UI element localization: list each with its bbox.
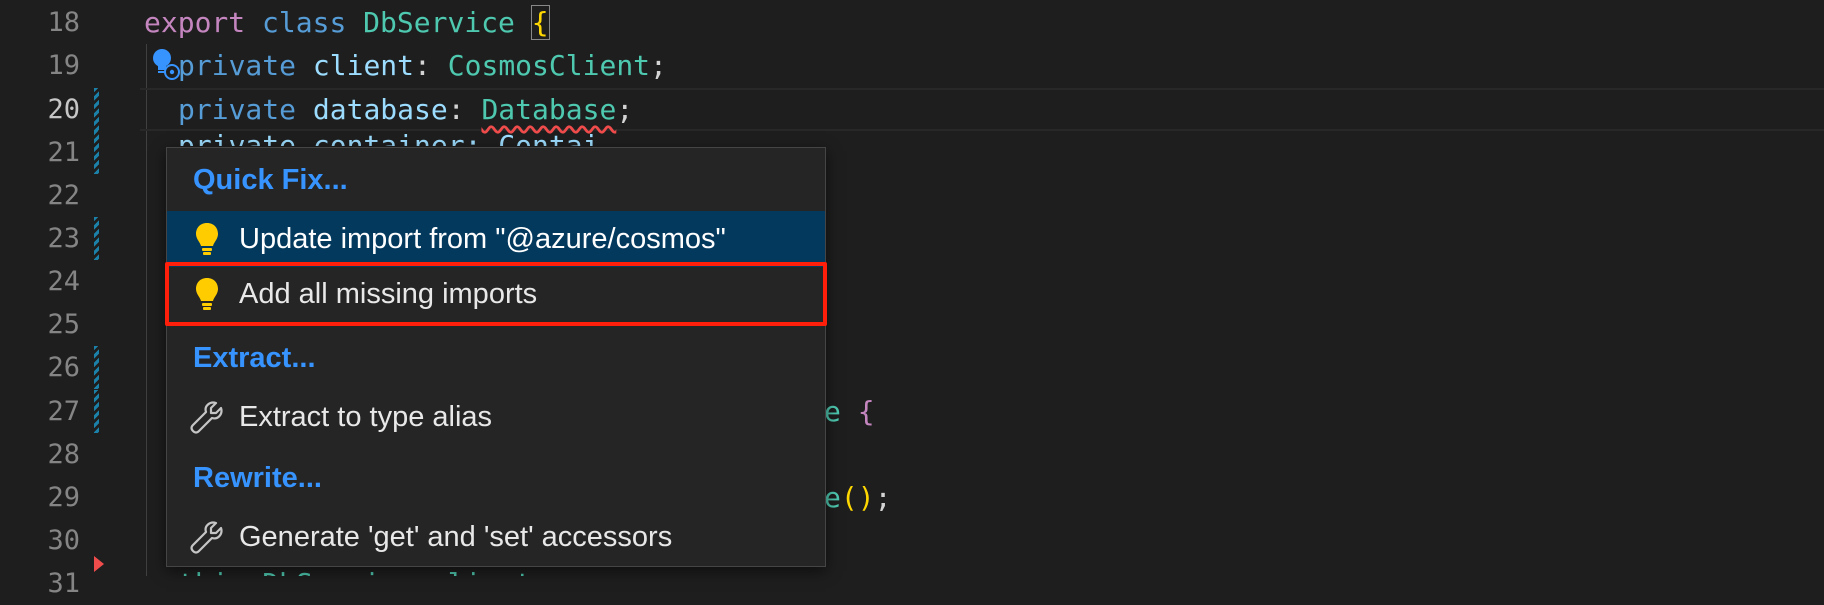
section-header-extract: Extract...	[193, 342, 316, 374]
deleted-line-marker[interactable]	[94, 556, 104, 572]
modified-line-marker[interactable]	[94, 131, 99, 174]
code-line-27[interactable]: e {	[824, 390, 875, 433]
code-fragment: e	[824, 481, 841, 514]
menu-item-update-import[interactable]: Update import from "@azure/cosmos"	[167, 211, 825, 267]
menu-item-extract-to-type-alias[interactable]: Extract to type alias	[167, 389, 825, 445]
line-number: 22	[47, 180, 80, 211]
keyword: private	[178, 49, 297, 82]
punctuation: :	[414, 49, 431, 82]
menu-item-add-all-missing-imports[interactable]: Add all missing imports	[165, 262, 827, 326]
menu-item-label: Add all missing imports	[239, 277, 538, 310]
section-header-quick-fix: Quick Fix...	[193, 164, 348, 196]
line-number: 20	[47, 94, 80, 125]
code-fragment: e	[824, 395, 841, 428]
modified-line-marker[interactable]	[94, 88, 99, 131]
wrench-icon	[189, 399, 225, 435]
code-action-menu[interactable]: Quick Fix... Update import from "@azure/…	[165, 147, 827, 567]
line-number: 30	[47, 525, 80, 556]
code-action-lightbulb-icon[interactable]	[150, 46, 184, 82]
punctuation: ;	[650, 49, 667, 82]
code-line-21[interactable]: private container: Contai	[178, 124, 599, 146]
line-number: 19	[47, 50, 80, 81]
punctuation: :	[447, 93, 465, 126]
partial-code: private container: Contai	[178, 129, 600, 146]
type-name: CosmosClient	[447, 49, 651, 82]
line-number: 21	[47, 137, 80, 168]
menu-item-generate-accessors[interactable]: Generate 'get' and 'set' accessors	[167, 509, 825, 565]
keyword: class	[262, 6, 347, 39]
line-number: 26	[47, 352, 80, 383]
line-number: 24	[47, 266, 80, 297]
lightbulb-icon	[189, 276, 225, 312]
menu-item-label: Update import from "@azure/cosmos"	[239, 222, 726, 255]
menu-item-label: Extract to type alias	[239, 400, 493, 433]
modified-line-marker[interactable]	[94, 346, 99, 389]
keyword: export	[144, 6, 246, 39]
brace: {	[857, 395, 875, 428]
lightbulb-icon	[189, 221, 225, 257]
property-name: client	[312, 49, 415, 82]
modified-line-marker[interactable]	[94, 390, 99, 433]
punctuation: ;	[616, 93, 634, 126]
parentheses: ()	[840, 481, 875, 514]
error-type-name[interactable]: Database	[481, 93, 616, 126]
line-number: 31	[47, 568, 80, 599]
line-number: 28	[47, 439, 80, 470]
wrench-icon	[189, 519, 225, 555]
modified-line-marker[interactable]	[94, 217, 99, 260]
property-name: database	[312, 93, 448, 126]
line-number: 29	[47, 482, 80, 513]
code-line-19[interactable]: private client: CosmosClient;	[178, 44, 667, 87]
brace: {	[530, 5, 550, 40]
code-line-29[interactable]: e();	[824, 476, 891, 519]
section-header-rewrite: Rewrite...	[193, 462, 322, 494]
partial-code: this.DbService.client	[178, 567, 532, 576]
keyword: private	[178, 93, 297, 126]
line-number: 27	[47, 396, 80, 427]
line-number: 23	[47, 223, 80, 254]
code-line-18[interactable]: export class DbService {	[144, 1, 550, 44]
menu-item-label: Generate 'get' and 'set' accessors	[239, 520, 673, 553]
class-name: DbService	[363, 6, 515, 39]
line-number: 18	[47, 7, 80, 38]
punctuation: ;	[874, 481, 892, 514]
line-number: 25	[47, 309, 80, 340]
